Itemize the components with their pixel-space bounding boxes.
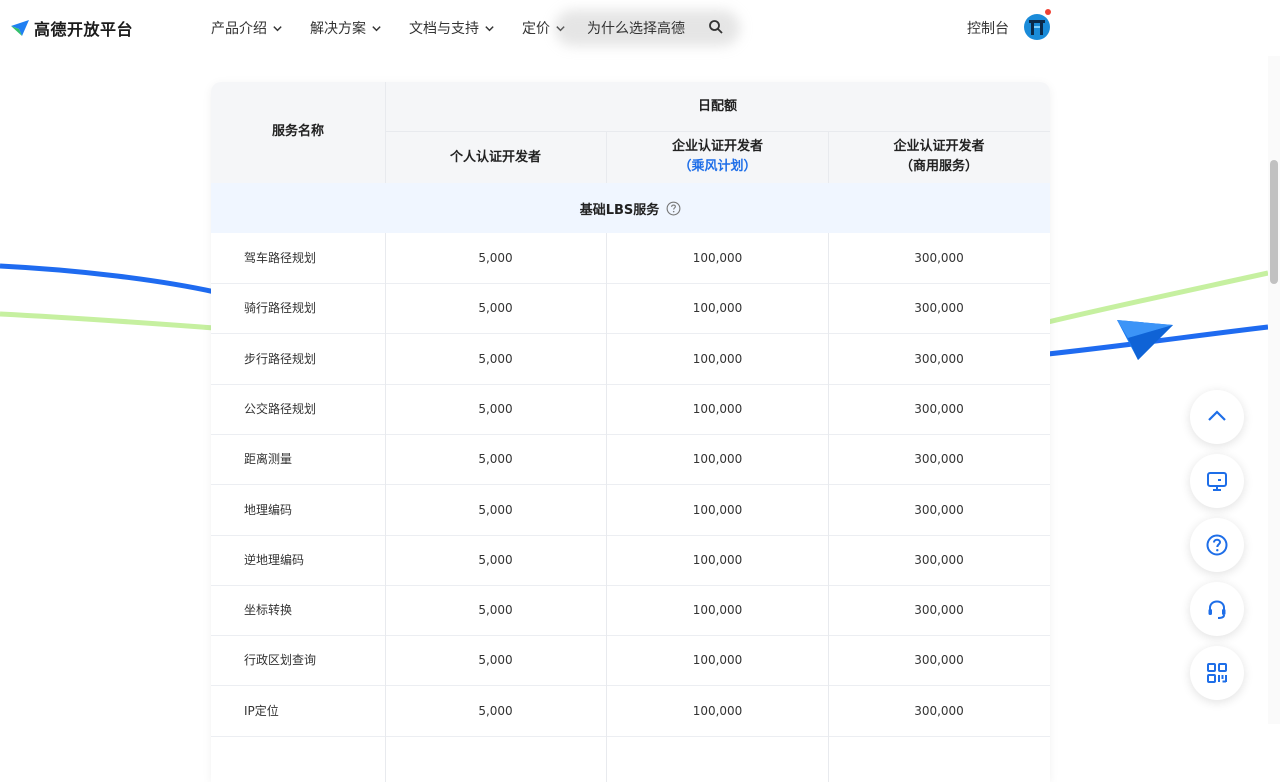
table-row: 距离测量 5,000 100,000 300,000 [211, 434, 1050, 486]
enterprise-quota-cell: 100,000 [692, 653, 743, 668]
logo[interactable]: 高德开放平台 [10, 14, 133, 42]
enterprise-quota-cell: 100,000 [692, 401, 743, 416]
table-row: 逆地理编码 5,000 100,000 300,000 [211, 535, 1050, 586]
enterprise-quota-cell: 100,000 [692, 552, 743, 567]
personal-quota-cell: 5,000 [478, 603, 513, 618]
enterprise-quota-cell: 100,000 [692, 351, 743, 366]
help-float-button[interactable] [1190, 518, 1244, 572]
table-row: IP定位 5,000 100,000 300,000 [211, 686, 1050, 737]
logo-text: 高德开放平台 [34, 20, 134, 39]
col-enterprise-title: 企业认证开发者 [671, 139, 763, 154]
service-name-cell: 坐标转换 [244, 603, 293, 618]
personal-quota-cell: 5,000 [478, 251, 513, 265]
col-service-name: 服务名称 [271, 124, 324, 139]
nav-products-label: 产品介绍 [211, 21, 267, 37]
commercial-quota-cell: 300,000 [914, 653, 964, 668]
personal-quota-cell: 5,000 [478, 452, 513, 467]
service-name-cell: 行政区划查询 [244, 653, 317, 668]
table-row: 坐标转换 5,000 100,000 300,000 [211, 585, 1050, 637]
personal-quota-cell: 5,000 [478, 653, 513, 668]
service-name-cell: 公交路径规划 [244, 401, 317, 416]
nav-why-amap[interactable]: 为什么选择高德 [587, 18, 685, 38]
commercial-quota-cell: 300,000 [914, 301, 964, 316]
commercial-quota-cell: 300,000 [914, 401, 964, 416]
help-icon [1206, 534, 1228, 556]
enterprise-quota-cell: 100,000 [692, 703, 743, 718]
search-icon[interactable] [708, 19, 724, 35]
customer-service-button[interactable] [1190, 582, 1244, 636]
service-name-cell: 骑行路径规划 [244, 301, 317, 316]
commercial-quota-cell: 300,000 [914, 703, 964, 718]
nav-pricing-label: 定价 [522, 21, 550, 37]
table-row: 驾车路径规划 5,000 100,000 300,000 [211, 233, 1050, 284]
section-basic-lbs: 基础LBS服务 [211, 183, 1050, 233]
chevron-up-icon [1208, 410, 1226, 421]
qrcode-button[interactable] [1190, 646, 1244, 700]
col-commercial-title: 企业认证开发者 [893, 139, 985, 154]
user-avatar-icon [1029, 20, 1045, 35]
service-name-cell: 距离测量 [244, 452, 293, 467]
commercial-quota-cell: 300,000 [914, 502, 964, 517]
commercial-quota-cell: 300,000 [914, 351, 964, 366]
col-enterprise: 企业认证开发者 （乘风计划） [607, 137, 828, 177]
enterprise-quota-cell: 100,000 [692, 301, 743, 316]
monitor-icon [1207, 472, 1227, 491]
nav-products[interactable]: 产品介绍 [211, 18, 283, 38]
nav-solutions[interactable]: 解决方案 [310, 18, 382, 38]
col-personal: 个人认证开发者 [449, 150, 541, 165]
table-row: 骑行路径规划 5,000 100,000 300,000 [211, 283, 1050, 335]
back-to-top-button[interactable] [1190, 390, 1244, 444]
personal-quota-cell: 5,000 [478, 703, 513, 718]
top-header: 高德开放平台 产品介绍 解决方案 文档与支持 定价 为什么选择高德 控制台 [0, 0, 1280, 56]
enterprise-quota-cell: 100,000 [692, 502, 743, 517]
service-name-cell: 地理编码 [244, 502, 293, 517]
nav-docs[interactable]: 文档与支持 [409, 18, 495, 38]
amap-logo-icon [11, 20, 29, 36]
service-name-cell: 步行路径规划 [244, 351, 317, 366]
section-title: 基础LBS服务 [579, 202, 660, 218]
notification-dot [1045, 9, 1051, 15]
chevron-down-icon [372, 25, 381, 31]
qrcode-icon [1207, 663, 1227, 683]
service-name-cell: 驾车路径规划 [244, 251, 317, 265]
personal-quota-cell: 5,000 [478, 401, 513, 416]
table-header: 服务名称 日配额 个人认证开发者 企业认证开发者 （乘风计划） 企业认证开发者 … [211, 82, 1050, 183]
headset-icon [1208, 600, 1226, 619]
col-enterprise-plan[interactable]: （乘风计划） [607, 157, 828, 177]
personal-quota-cell: 5,000 [478, 351, 513, 366]
scrollbar-track[interactable] [1268, 56, 1280, 724]
commercial-quota-cell: 300,000 [914, 251, 964, 265]
scrollbar-thumb[interactable] [1270, 160, 1278, 284]
table-row: 公交路径规划 5,000 100,000 300,000 [211, 384, 1050, 435]
enterprise-quota-cell: 100,000 [692, 603, 743, 618]
commercial-quota-cell: 300,000 [914, 552, 964, 567]
enterprise-quota-cell: 100,000 [692, 251, 743, 265]
table-row: 地理编码 5,000 100,000 300,000 [211, 485, 1050, 536]
table-row: 步行路径规划 5,000 100,000 300,000 [211, 334, 1050, 385]
avatar[interactable] [1024, 14, 1050, 40]
col-commercial: 企业认证开发者 （商用服务） [828, 137, 1050, 177]
service-name-cell: 逆地理编码 [244, 552, 305, 567]
console-link[interactable]: 控制台 [967, 18, 1009, 38]
nav-docs-label: 文档与支持 [409, 21, 479, 37]
service-name-cell: IP定位 [244, 703, 279, 718]
main-nav: 产品介绍 解决方案 文档与支持 定价 [211, 0, 593, 56]
chevron-down-icon [485, 25, 494, 31]
nav-solutions-label: 解决方案 [310, 21, 366, 37]
commercial-quota-cell: 300,000 [914, 452, 964, 467]
table-row: 行政区划查询 5,000 100,000 300,000 [211, 635, 1050, 687]
enterprise-quota-cell: 100,000 [692, 452, 743, 467]
help-circle-icon[interactable] [666, 201, 681, 216]
console-float-button[interactable] [1190, 454, 1244, 508]
col-commercial-plan: （商用服务） [899, 159, 978, 174]
chevron-down-icon [273, 25, 282, 31]
personal-quota-cell: 5,000 [478, 301, 513, 316]
personal-quota-cell: 5,000 [478, 502, 513, 517]
commercial-quota-cell: 300,000 [914, 603, 964, 618]
quota-table: 服务名称 日配额 个人认证开发者 企业认证开发者 （乘风计划） 企业认证开发者 … [211, 82, 1050, 782]
personal-quota-cell: 5,000 [478, 552, 513, 567]
col-daily-quota: 日配额 [697, 99, 737, 114]
